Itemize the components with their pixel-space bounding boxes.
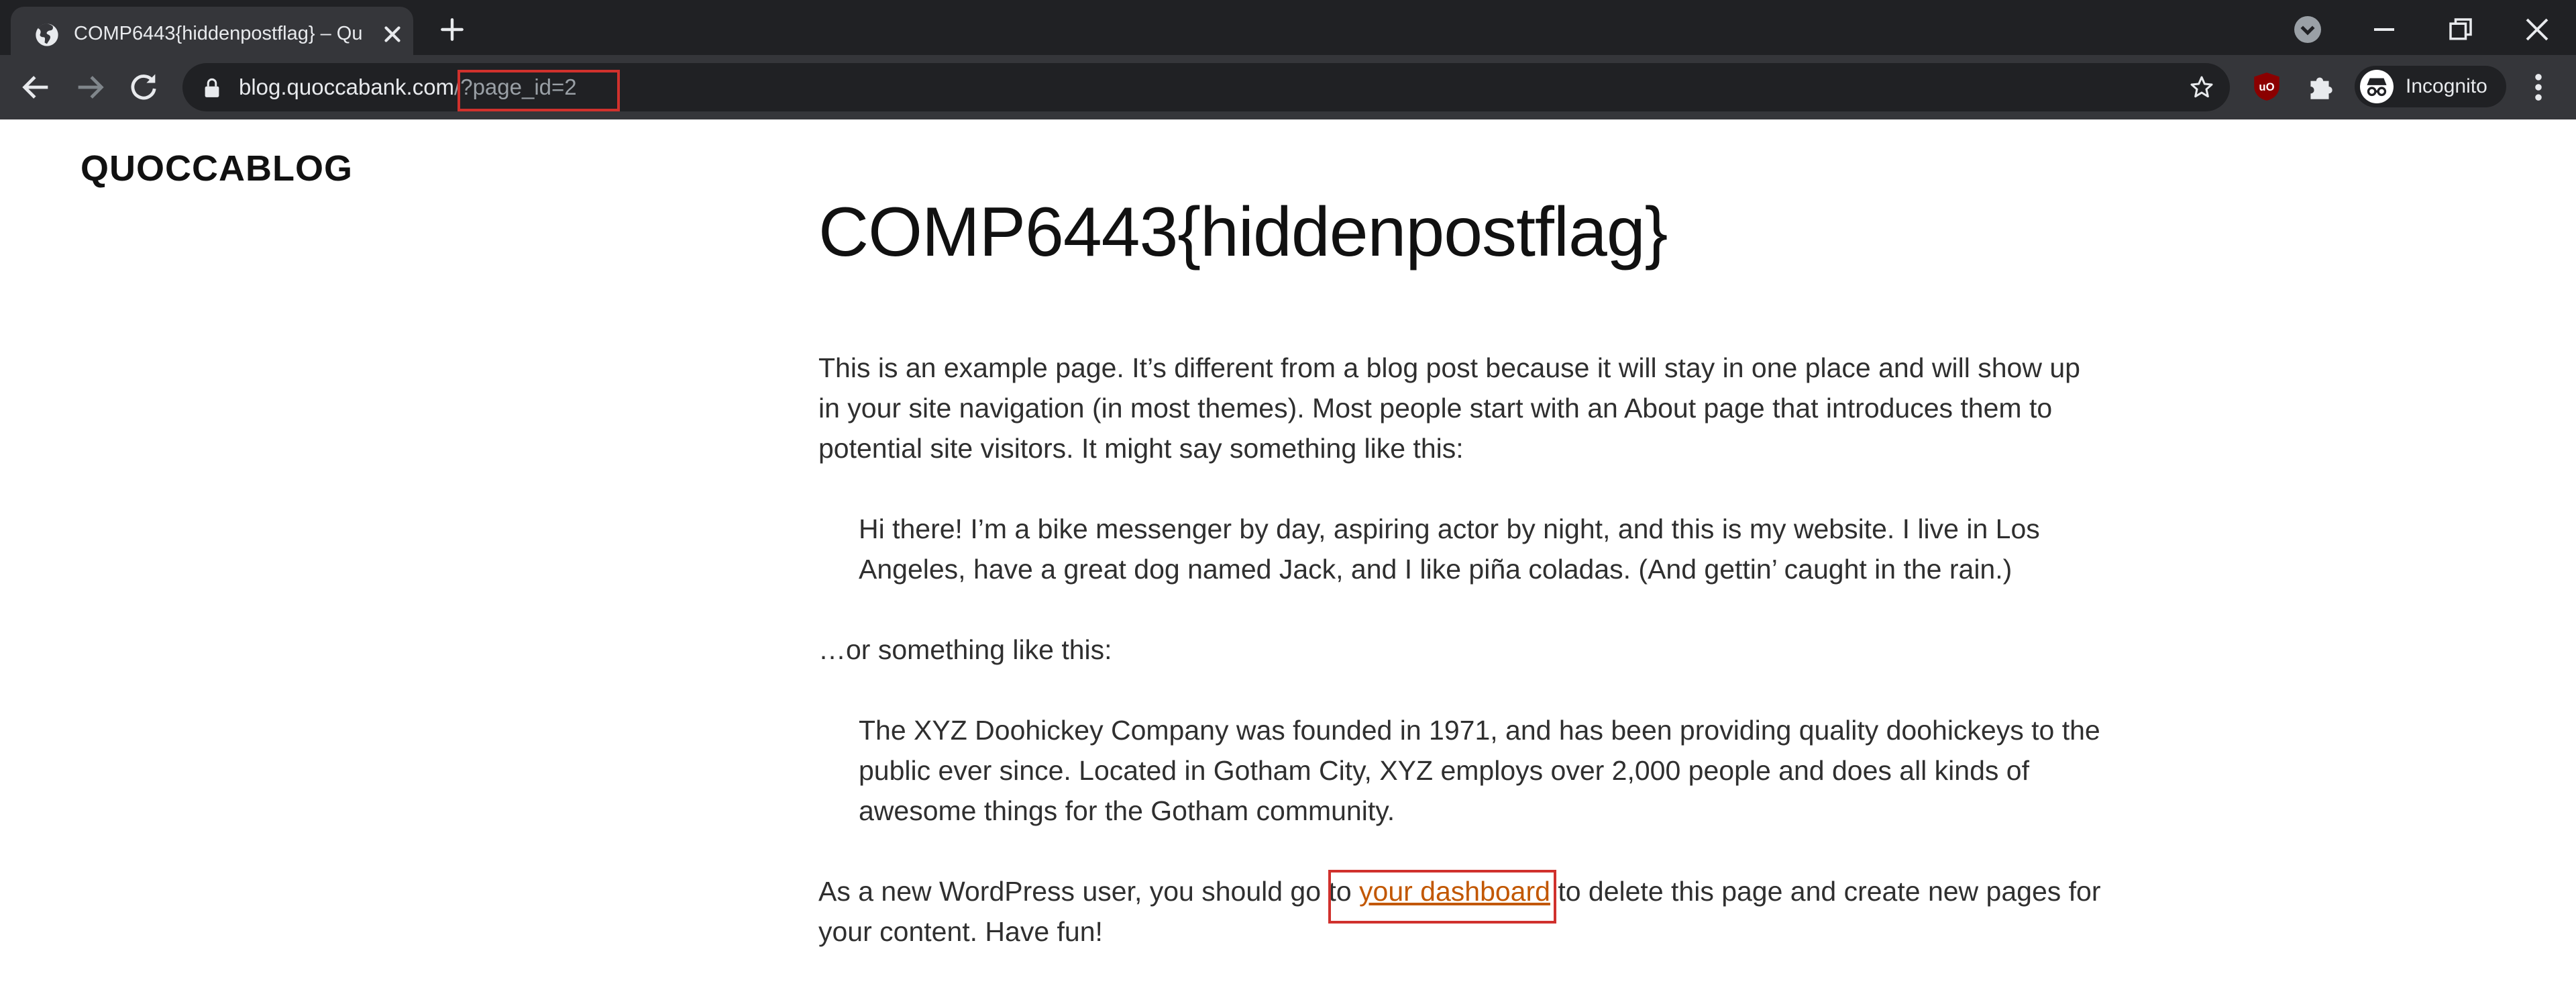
ublock-origin-icon[interactable]: uO (2250, 70, 2284, 103)
reload-icon[interactable] (126, 70, 161, 105)
back-icon[interactable] (19, 70, 54, 105)
url-host: blog.quoccabank.com (239, 74, 455, 99)
quote-bike-messenger: Hi there! I’m a bike messenger by day, a… (859, 513, 2040, 585)
browser-tab[interactable]: COMP6443{hiddenpostflag} – Qu (11, 7, 413, 55)
quote-doohickey: The XYZ Doohickey Company was founded in… (859, 715, 2100, 826)
tab-search-icon[interactable] (2288, 9, 2328, 50)
or-paragraph: …or something like this: (818, 634, 1112, 665)
menu-dots-icon[interactable] (2525, 70, 2552, 105)
close-tab-icon[interactable] (380, 21, 405, 47)
site-title[interactable]: QUOCCABLOG (80, 148, 353, 189)
globe-icon (36, 23, 58, 46)
page-title: COMP6443{hiddenpostflag} (818, 193, 1668, 271)
tab-strip: COMP6443{hiddenpostflag} – Qu (0, 0, 2576, 55)
intro-paragraph: This is an example page. It’s different … (818, 352, 2080, 464)
tab-title: COMP6443{hiddenpostflag} – Qu (74, 23, 363, 44)
dashboard-text-before: As a new WordPress user, you should go t… (818, 876, 1360, 907)
svg-text:uO: uO (2259, 81, 2274, 93)
new-tab-icon[interactable] (437, 15, 467, 44)
forward-icon[interactable] (72, 70, 107, 105)
profile-button[interactable]: Incognito (2355, 66, 2506, 107)
bookmark-star-icon[interactable] (2188, 74, 2215, 101)
url-path-highlight (458, 70, 620, 111)
close-window-icon[interactable] (2517, 9, 2557, 50)
page-content: COMP6443{hiddenpostflag} This is an exam… (818, 191, 2106, 952)
profile-label: Incognito (2406, 75, 2487, 97)
restore-icon[interactable] (2440, 9, 2481, 50)
dashboard-link-highlight (1328, 870, 1556, 924)
browser-toolbar: blog.quoccabank.com/?page_id=2 (0, 55, 2576, 119)
extensions-puzzle-icon[interactable] (2304, 70, 2337, 103)
minimize-icon[interactable] (2364, 9, 2404, 50)
incognito-icon (2360, 70, 2394, 103)
lock-icon[interactable] (203, 78, 221, 98)
